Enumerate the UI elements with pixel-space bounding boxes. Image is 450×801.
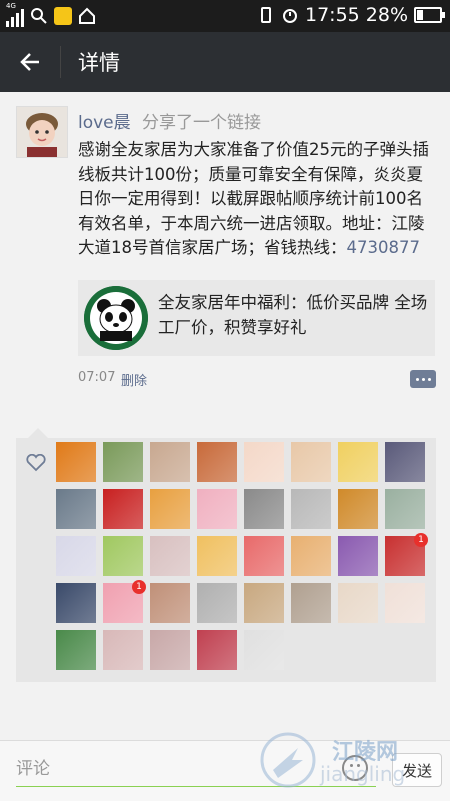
liker-avatar[interactable] xyxy=(385,583,425,623)
watermark-url: jiangling xyxy=(320,762,406,786)
signal-icon: 4G xyxy=(6,2,24,27)
liker-avatar[interactable] xyxy=(103,489,143,529)
liker-avatar[interactable] xyxy=(244,489,284,529)
post-content: 感谢全友家居为大家准备了价值25元的子弹头插线板共计100份；质量可靠安全有保障… xyxy=(78,138,438,261)
liker-avatar[interactable] xyxy=(291,442,331,482)
battery-percent: 28% xyxy=(365,4,408,26)
likes-panel: 11 xyxy=(16,428,436,682)
heart-icon xyxy=(26,454,46,472)
avatar-image xyxy=(17,107,67,157)
liker-avatar[interactable] xyxy=(150,489,190,529)
liker-avatar[interactable] xyxy=(291,489,331,529)
liker-avatar[interactable] xyxy=(150,630,190,670)
liker-avatar[interactable] xyxy=(338,489,378,529)
comment-action-button[interactable] xyxy=(410,370,436,388)
arrow-left-icon xyxy=(20,53,39,71)
clock: 17:55 xyxy=(305,4,360,26)
liker-avatar[interactable] xyxy=(244,442,284,482)
app-bar: 详情 xyxy=(0,32,450,92)
delete-link[interactable]: 删除 xyxy=(121,370,147,389)
liker-avatar[interactable] xyxy=(291,583,331,623)
app-bar-divider xyxy=(60,46,61,78)
liker-avatar[interactable]: 1 xyxy=(103,580,146,623)
liker-avatar[interactable]: 1 xyxy=(385,533,428,576)
page-title: 详情 xyxy=(78,51,120,75)
home-icon xyxy=(79,7,95,24)
liker-avatar[interactable] xyxy=(385,489,425,529)
post-username[interactable]: love晨 xyxy=(78,108,131,133)
liker-avatar[interactable] xyxy=(244,630,284,670)
liker-avatar[interactable] xyxy=(385,442,425,482)
liker-avatar[interactable] xyxy=(56,442,96,482)
vibrate-icon xyxy=(261,7,271,23)
back-button[interactable] xyxy=(12,44,48,80)
liker-avatar[interactable] xyxy=(197,630,237,670)
post-action: 分享了一个链接 xyxy=(142,113,261,133)
liker-avatar[interactable] xyxy=(103,442,143,482)
panda-logo-icon xyxy=(84,286,148,350)
notification-app-icon xyxy=(54,7,72,25)
liker-avatar[interactable] xyxy=(103,630,143,670)
liker-avatar[interactable] xyxy=(338,583,378,623)
user-avatar[interactable] xyxy=(16,106,68,158)
liker-avatar-grid: 11 xyxy=(56,442,428,670)
liker-avatar[interactable] xyxy=(197,489,237,529)
site-watermark: 江陵网 jiangling xyxy=(258,726,450,798)
liker-avatar[interactable] xyxy=(150,583,190,623)
phone-link[interactable]: 4730877 xyxy=(347,238,421,257)
liker-avatar[interactable] xyxy=(150,442,190,482)
post-time: 07:07 xyxy=(78,370,116,385)
liker-avatar[interactable] xyxy=(291,536,331,576)
liker-avatar[interactable] xyxy=(197,583,237,623)
watermark-logo-icon xyxy=(260,732,316,788)
liker-avatar[interactable] xyxy=(338,536,378,576)
liker-avatar[interactable] xyxy=(56,489,96,529)
search-icon xyxy=(31,8,47,24)
avatar-badge: 1 xyxy=(414,533,428,547)
avatar-badge: 1 xyxy=(132,580,146,594)
liker-avatar[interactable] xyxy=(56,630,96,670)
liker-avatar[interactable] xyxy=(56,583,96,623)
alarm-icon xyxy=(283,9,297,23)
liker-avatar[interactable] xyxy=(103,536,143,576)
moment-post: love晨 分享了一个链接 感谢全友家居为大家准备了价值25元的子弹头插线板共计… xyxy=(0,92,450,422)
liker-avatar[interactable] xyxy=(338,442,378,482)
liker-avatar[interactable] xyxy=(244,583,284,623)
link-title: 全友家居年中福利：低价买品牌 全场工厂价，积赞享好礼 xyxy=(158,293,428,337)
shared-link-card[interactable]: 全友家居年中福利：低价买品牌 全场工厂价，积赞享好礼 xyxy=(78,280,435,356)
battery-icon xyxy=(414,7,445,23)
liker-avatar[interactable] xyxy=(197,536,237,576)
liker-avatar[interactable] xyxy=(56,536,96,576)
liker-avatar[interactable] xyxy=(197,442,237,482)
liker-avatar[interactable] xyxy=(244,536,284,576)
status-bar: 4G 17:55 28% xyxy=(0,0,450,32)
liker-avatar[interactable] xyxy=(150,536,190,576)
